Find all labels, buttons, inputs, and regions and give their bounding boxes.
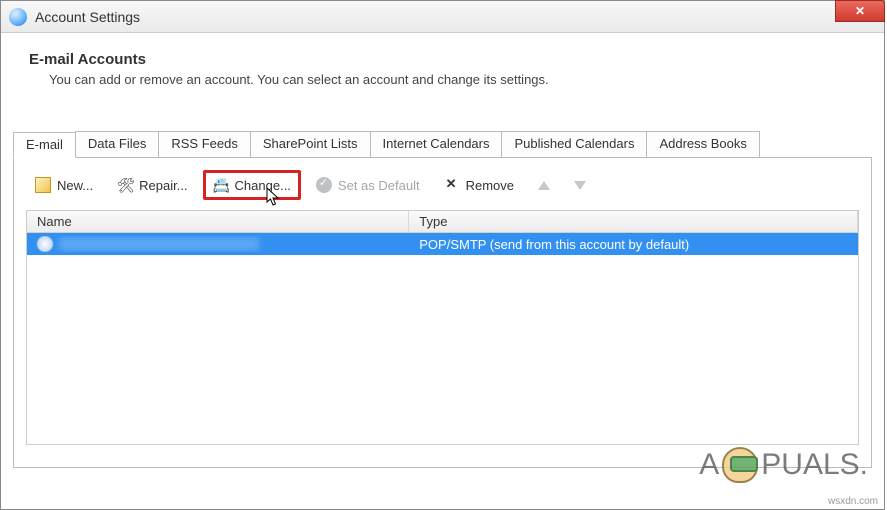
app-icon: [9, 8, 27, 26]
change-icon: [213, 177, 229, 193]
tab-address-books[interactable]: Address Books: [646, 131, 759, 157]
new-icon: [35, 177, 51, 193]
remove-icon: [444, 177, 460, 193]
arrow-down-icon: [574, 181, 586, 190]
account-icon: [37, 236, 53, 252]
tab-sharepoint-lists[interactable]: SharePoint Lists: [250, 131, 371, 157]
list-header: Name Type: [27, 211, 858, 233]
new-button[interactable]: New...: [26, 173, 102, 197]
set-default-label: Set as Default: [338, 178, 420, 193]
column-header-name[interactable]: Name: [27, 211, 409, 232]
page-subheading: You can add or remove an account. You ca…: [49, 72, 856, 87]
repair-button[interactable]: Repair...: [108, 173, 196, 197]
new-label: New...: [57, 178, 93, 193]
remove-button[interactable]: Remove: [435, 173, 523, 197]
arrow-up-icon: [538, 181, 550, 190]
source-note: wsxdn.com: [828, 496, 878, 507]
account-name-redacted: [59, 237, 259, 251]
tab-data-files[interactable]: Data Files: [75, 131, 160, 157]
tab-internet-calendars[interactable]: Internet Calendars: [370, 131, 503, 157]
repair-label: Repair...: [139, 178, 187, 193]
account-list: Name Type POP/SMTP (send from this accou…: [26, 210, 859, 445]
column-header-type[interactable]: Type: [409, 211, 858, 232]
titlebar: Account Settings ✕: [1, 1, 884, 33]
page-heading: E-mail Accounts: [29, 51, 856, 68]
repair-icon: [117, 177, 133, 193]
tab-published-calendars[interactable]: Published Calendars: [501, 131, 647, 157]
toolbar: New... Repair... Change... Set as Defaul…: [26, 168, 859, 210]
close-button[interactable]: ✕: [835, 0, 885, 22]
set-default-button: Set as Default: [307, 173, 429, 197]
content-area: E-mail Accounts You can add or remove an…: [1, 33, 884, 87]
tab-strip: E-mail Data Files RSS Feeds SharePoint L…: [13, 131, 872, 158]
tab-panel-email: New... Repair... Change... Set as Defaul…: [13, 158, 872, 468]
account-type-cell: POP/SMTP (send from this account by defa…: [409, 237, 858, 252]
account-row[interactable]: POP/SMTP (send from this account by defa…: [27, 233, 858, 255]
move-up-button: [529, 177, 559, 194]
tab-rss-feeds[interactable]: RSS Feeds: [158, 131, 250, 157]
window-title: Account Settings: [35, 9, 140, 25]
tab-email[interactable]: E-mail: [13, 132, 76, 158]
remove-label: Remove: [466, 178, 514, 193]
checkmark-circle-icon: [316, 177, 332, 193]
account-settings-window: Account Settings ✕ E-mail Accounts You c…: [0, 0, 885, 510]
change-label: Change...: [235, 178, 291, 193]
close-icon: ✕: [855, 4, 865, 18]
change-button[interactable]: Change...: [203, 170, 301, 200]
move-down-button: [565, 177, 595, 194]
account-name-cell: [27, 236, 409, 252]
